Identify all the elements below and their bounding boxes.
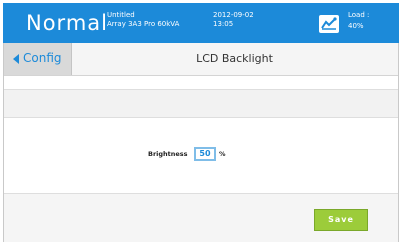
back-button[interactable]: Config bbox=[4, 43, 72, 75]
time: 13:05 bbox=[213, 20, 234, 28]
array-name: Array 3A3 Pro 60kVA bbox=[107, 20, 180, 28]
brightness-label: Brightness bbox=[148, 150, 188, 158]
datetime: 2012-09-02 13:05 bbox=[213, 11, 254, 29]
project-info: Untitled Array 3A3 Pro 60kVA bbox=[107, 11, 179, 29]
date: 2012-09-02 bbox=[213, 11, 254, 19]
back-arrow-icon bbox=[13, 54, 19, 64]
status-header: Normal Untitled Array 3A3 Pro 60kVA 2012… bbox=[3, 3, 399, 43]
brightness-input[interactable]: 50 bbox=[194, 147, 216, 161]
save-button[interactable]: Save bbox=[314, 209, 368, 231]
load-gauge-icon[interactable] bbox=[319, 15, 339, 33]
load-value: 40% bbox=[348, 22, 364, 30]
back-button-label: Config bbox=[23, 51, 62, 65]
project-name: Untitled bbox=[107, 11, 135, 19]
section-divider-band bbox=[4, 89, 398, 118]
system-status: Normal bbox=[26, 11, 108, 35]
page-title: LCD Backlight bbox=[196, 52, 273, 65]
brightness-unit: % bbox=[219, 150, 226, 158]
load-readout: Load : 40% bbox=[348, 10, 369, 32]
load-label: Load : bbox=[348, 11, 370, 19]
